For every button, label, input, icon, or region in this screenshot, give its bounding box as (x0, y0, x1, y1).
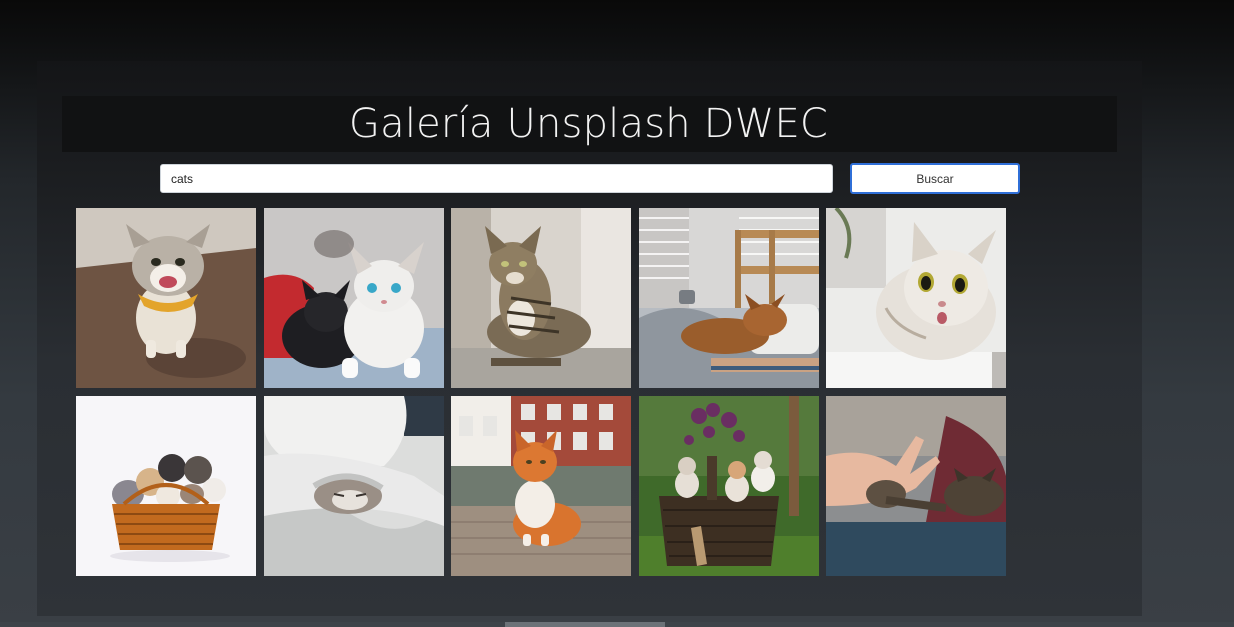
kittens-basket-image (76, 396, 256, 576)
kittens-black-white-image (264, 208, 444, 388)
gallery-image[interactable] (264, 208, 444, 388)
gallery-image[interactable] (76, 208, 256, 388)
page-title: Galería Unsplash DWEC (348, 101, 829, 147)
gallery-image[interactable] (826, 208, 1006, 388)
tabby-cat-couch-image (451, 208, 631, 388)
gallery-image[interactable] (639, 208, 819, 388)
title-bar: Galería Unsplash DWEC (62, 96, 1117, 152)
cat-under-blanket-image (264, 396, 444, 576)
gallery-image[interactable] (639, 396, 819, 576)
kittens-basket-garden-image (639, 396, 819, 576)
hand-cat-paw-image (826, 396, 1006, 576)
search-button[interactable]: Buscar (850, 163, 1020, 194)
gallery-image[interactable] (826, 396, 1006, 576)
cat-laughing-bandana-image (76, 208, 256, 388)
gallery-image[interactable] (76, 396, 256, 576)
search-input[interactable] (160, 164, 833, 193)
image-gallery (76, 208, 1006, 576)
gallery-image[interactable] (264, 396, 444, 576)
orange-cat-street-image (451, 396, 631, 576)
cat-sleeping-bed-image (639, 208, 819, 388)
gallery-image[interactable] (451, 396, 631, 576)
surprised-cat-image (826, 208, 1006, 388)
gallery-image[interactable] (451, 208, 631, 388)
horizontal-scrollbar-thumb[interactable] (505, 622, 665, 627)
